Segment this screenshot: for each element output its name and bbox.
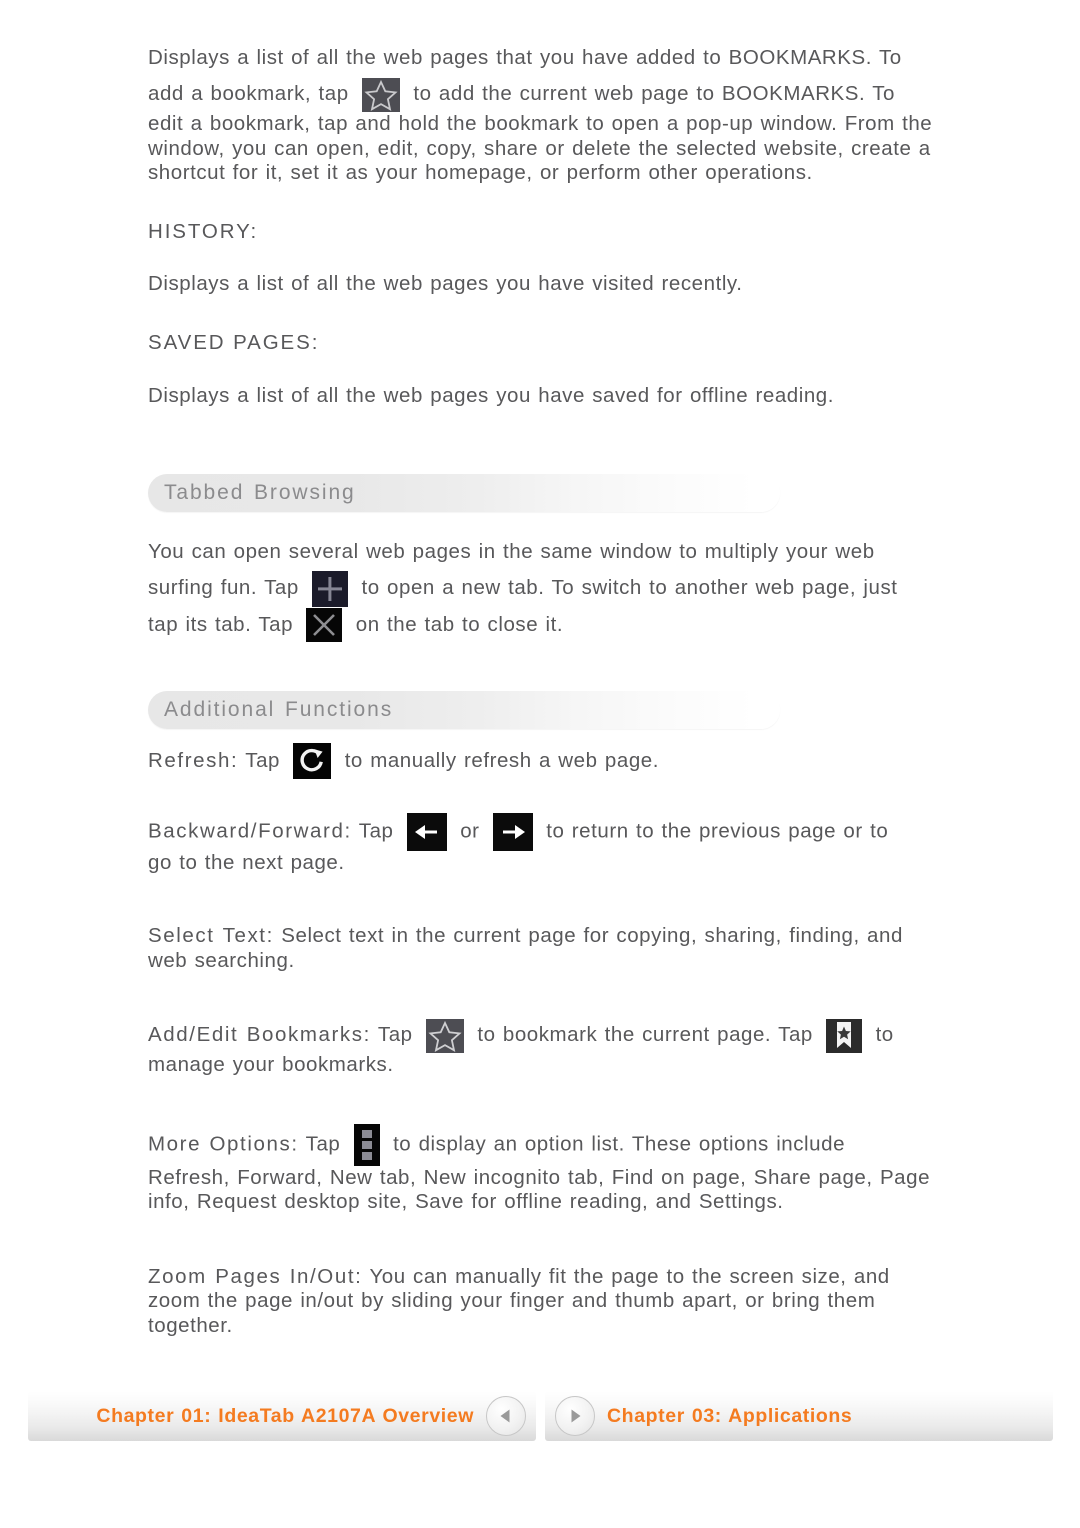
bookmarks-intro-paragraph: Displays a list of all the web pages tha…: [148, 40, 938, 112]
item-add-edit-bookmarks-middle: to bookmark the current page. Tap: [477, 1023, 813, 1047]
item-refresh-post: to manually refresh a web page.: [344, 748, 659, 772]
arrow-right-icon: [492, 813, 533, 852]
item-refresh-label: Refresh:: [148, 748, 239, 772]
item-add-edit-bookmarks-post: to: [875, 1023, 894, 1047]
refresh-icon: [293, 743, 332, 780]
item-more-options-post: to display an option list. These options…: [393, 1132, 846, 1156]
item-add-edit-bookmarks: Add/Edit Bookmarks: Tap to bookmark the …: [148, 1017, 938, 1053]
next-chapter-label: Chapter 03: Applications: [607, 1404, 853, 1427]
star-outline-icon: [362, 77, 401, 112]
item-add-edit-bookmarks-label: Add/Edit Bookmarks:: [148, 1023, 371, 1047]
bookmarks-intro-line2-pre: add a bookmark, tap: [148, 82, 349, 105]
item-more-options-wrap: Refresh, Forward, New tab, New incognito…: [148, 1165, 931, 1214]
item-select-text-label: Select Text:: [148, 923, 274, 947]
document-page: Displays a list of all the web pages tha…: [0, 0, 1080, 1528]
item-backward-forward-middle: or: [460, 819, 480, 843]
item-backward-forward-wrap: go to the next page.: [148, 851, 345, 875]
item-refresh: Refresh: Tap to manually refresh a web p…: [148, 743, 938, 780]
tabbed-line-b-pre: surfing fun. Tap: [148, 576, 299, 600]
bookmarks-intro-line1: Displays a list of all the web pages tha…: [148, 46, 902, 69]
item-more-options-pre: Tap: [305, 1132, 341, 1156]
plus-icon: [312, 570, 349, 607]
item-add-edit-bookmarks-wrap: manage your bookmarks.: [148, 1053, 394, 1077]
tabbed-line-c-pre: tap its tab. Tap: [148, 612, 294, 636]
next-chapter-link[interactable]: Chapter 03: Applications: [545, 1391, 1053, 1441]
tabbed-line-b-post: to open a new tab. To switch to another …: [361, 576, 898, 600]
tabbed-line-c-post: on the tab to close it.: [355, 612, 564, 636]
item-refresh-pre: Tap: [245, 748, 280, 772]
item-more-options: More Options: Tap to display an option l…: [148, 1123, 938, 1166]
page-content: Displays a list of all the web pages tha…: [148, 40, 938, 1339]
footer-navigation: Chapter 01: IdeaTab A2107A Overview Chap…: [0, 1391, 1080, 1443]
prev-arrow-icon[interactable]: [486, 1396, 526, 1436]
item-zoom-pages: Zoom Pages In/Out: You can manually fit …: [148, 1265, 938, 1339]
prev-chapter-label: Chapter 01: IdeaTab A2107A Overview: [96, 1404, 474, 1427]
saved-pages-text: Displays a list of all the web pages you…: [148, 383, 834, 407]
bookmarks-intro-line2-post: to add the current web page to BOOKMARKS…: [413, 82, 895, 105]
history-label: HISTORY:: [148, 219, 259, 243]
item-backward-forward-label: Backward/Forward:: [148, 819, 352, 843]
section-title: Additional Functions: [164, 697, 394, 721]
star-outline-icon: [425, 1018, 464, 1053]
item-zoom-pages-label: Zoom Pages In/Out:: [148, 1264, 363, 1288]
history-text: Displays a list of all the web pages you…: [148, 272, 743, 296]
bookmarks-intro-rest: edit a bookmark, tap and hold the bookma…: [148, 112, 933, 185]
bookmark-icon: [826, 1018, 863, 1053]
arrow-left-icon: [406, 813, 447, 852]
item-backward-forward: Backward/Forward: Tap or to return to th…: [148, 813, 938, 852]
item-select-text: Select Text: Select text in the current …: [148, 924, 938, 973]
section-header-tabbed-browsing: Tabbed Browsing: [148, 474, 780, 513]
item-more-options-label: More Options:: [148, 1132, 299, 1156]
prev-chapter-link[interactable]: Chapter 01: IdeaTab A2107A Overview: [28, 1391, 536, 1441]
item-backward-forward-pre: Tap: [358, 819, 394, 843]
saved-pages-label: SAVED PAGES:: [148, 330, 320, 354]
more-options-icon: [353, 1123, 380, 1166]
section-title: Tabbed Browsing: [164, 481, 356, 505]
section-header-additional-functions: Additional Functions: [148, 690, 780, 729]
tabbed-line-a: You can open several web pages in the sa…: [148, 540, 875, 564]
item-add-edit-bookmarks-pre: Tap: [377, 1023, 413, 1047]
item-backward-forward-post: to return to the previous page or to: [546, 819, 889, 843]
tabbed-browsing-body: You can open several web pages in the sa…: [148, 534, 938, 643]
next-arrow-icon[interactable]: [555, 1396, 595, 1436]
close-icon: [306, 608, 343, 643]
